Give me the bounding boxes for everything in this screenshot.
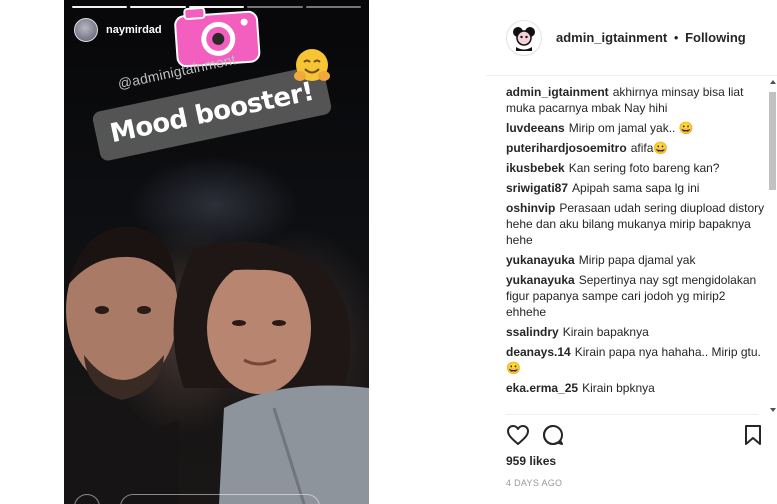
bookmark-icon[interactable] — [744, 424, 762, 446]
scroll-up-arrow-icon[interactable] — [770, 80, 776, 84]
post-header: admin_igtainment • Following — [486, 0, 777, 76]
story-avatar[interactable] — [74, 18, 98, 42]
comment-username[interactable]: puterihardjosoemitro — [506, 141, 627, 155]
story-reply-input[interactable] — [120, 494, 320, 504]
comment-item: luvdeeans Mirip om jamal yak.. 😀 — [506, 120, 768, 136]
comment-username[interactable]: yukanayuka — [506, 273, 575, 287]
comment-text: Kirain bapaknya — [562, 325, 649, 339]
header-separator: • — [673, 30, 679, 45]
comment-text: Apipah sama sapa lg ini — [572, 181, 700, 195]
heart-icon[interactable] — [506, 424, 530, 446]
person-left-silhouette — [64, 226, 179, 504]
comment-text: Mirip papa djamal yak — [578, 253, 696, 267]
comments-list[interactable]: admin_igtainment akhirnya minsay bisa lia… — [506, 84, 768, 414]
hugging-face-emoji-icon — [294, 49, 330, 81]
comment-text: afifa😀 — [630, 141, 669, 155]
comment-item: ikusbebek Kan sering foto bareng kan? — [506, 160, 768, 176]
following-button[interactable]: Following — [685, 30, 746, 45]
comment-item: admin_igtainment akhirnya minsay bisa lia… — [506, 84, 768, 116]
comment-username[interactable]: deanays.14 — [506, 345, 571, 359]
likes-count[interactable]: 959 likes — [506, 454, 556, 468]
comment-item: oshinvip Perasaan udah sering diupload di… — [506, 200, 768, 248]
comment-username[interactable]: luvdeeans — [506, 121, 565, 135]
comments-scrollbar[interactable] — [769, 80, 777, 414]
post-timestamp[interactable]: 4 DAYS AGO — [506, 478, 562, 488]
comment-username[interactable]: eka.erma_25 — [506, 381, 578, 395]
comment-icon[interactable] — [542, 424, 564, 446]
comment-text: Kan sering foto bareng kan? — [568, 161, 720, 175]
person-right-silhouette — [173, 241, 369, 504]
comment-username[interactable]: ikusbebek — [506, 161, 565, 175]
comment-username[interactable]: ssalindry — [506, 325, 559, 339]
comment-username[interactable]: yukanayuka — [506, 253, 575, 267]
scrollbar-thumb[interactable] — [769, 92, 776, 190]
author-username[interactable]: admin_igtainment — [556, 30, 667, 45]
comment-item: eka.erma_25 Kirain bpknya — [506, 380, 768, 396]
comment-item: puterihardjosoemitro afifa😀 — [506, 140, 768, 156]
post-header-text: admin_igtainment • Following — [556, 30, 746, 45]
story-user[interactable]: naymirdad — [74, 18, 162, 42]
post-side-panel: admin_igtainment • Following admin_igtai… — [486, 0, 777, 504]
comment-text: Mirip om jamal yak.. 😀 — [568, 121, 694, 135]
comment-item: sriwigati87 Apipah sama sapa lg ini — [506, 180, 768, 196]
story-username[interactable]: naymirdad — [106, 24, 162, 36]
avatar-logo-icon — [508, 21, 540, 54]
author-avatar[interactable] — [506, 19, 542, 56]
comment-text: Kirain bpknya — [582, 381, 655, 395]
scroll-down-arrow-icon[interactable] — [770, 408, 776, 412]
comment-username[interactable]: oshinvip — [506, 201, 555, 215]
story-image[interactable]: naymirdad @adminigtainment Mood booster! — [64, 0, 369, 504]
comment-item: ssalindry Kirain bapaknya — [506, 324, 768, 340]
instagram-post-view: naymirdad @adminigtainment Mood booster! — [0, 0, 777, 504]
comment-item: yukanayuka Mirip papa djamal yak — [506, 252, 768, 268]
comment-username[interactable]: sriwigati87 — [506, 181, 568, 195]
actions-divider — [506, 414, 758, 415]
comment-item: yukanayuka Sepertinya nay sgt mengidolaka… — [506, 272, 768, 320]
comment-item: deanays.14 Kirain papa nya hahaha.. Mirip… — [506, 344, 768, 376]
comment-username[interactable]: admin_igtainment — [506, 85, 609, 99]
